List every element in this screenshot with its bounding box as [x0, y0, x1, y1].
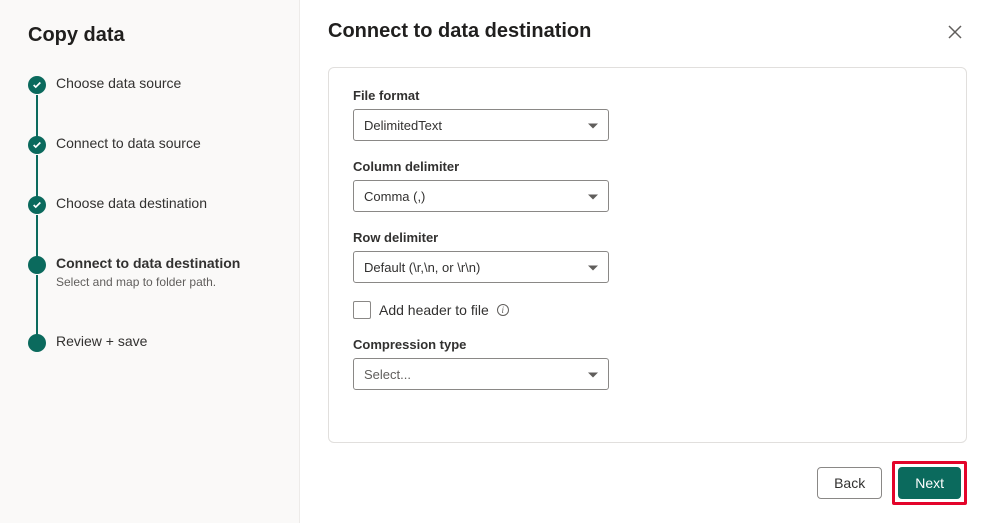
file-format-label: File format: [353, 88, 942, 103]
field-add-header: Add header to file i: [353, 301, 942, 319]
back-button[interactable]: Back: [817, 467, 882, 499]
step-label: Choose data destination: [56, 195, 279, 211]
step-connect-to-data-destination[interactable]: Connect to data destination Select and m…: [28, 255, 279, 333]
file-format-select[interactable]: DelimitedText: [353, 109, 609, 141]
next-highlight: Next: [892, 461, 967, 505]
form-card: File format DelimitedText Column delimit…: [328, 67, 967, 443]
step-connect-to-data-source[interactable]: Connect to data source: [28, 135, 279, 195]
compression-type-select[interactable]: Select...: [353, 358, 609, 390]
sidebar-title: Copy data: [28, 24, 279, 47]
info-icon[interactable]: i: [497, 304, 509, 316]
add-header-label: Add header to file: [379, 302, 489, 318]
page-title: Connect to data destination: [328, 20, 591, 43]
step-label: Connect to data destination: [56, 255, 279, 271]
row-delimiter-label: Row delimiter: [353, 230, 942, 245]
file-format-value: DelimitedText: [364, 118, 442, 133]
compression-type-label: Compression type: [353, 337, 942, 352]
column-delimiter-select[interactable]: Comma (,): [353, 180, 609, 212]
check-icon: [28, 136, 46, 154]
step-subtitle: Select and map to folder path.: [56, 275, 279, 289]
wizard-sidebar: Copy data Choose data source Connect to …: [0, 0, 300, 523]
check-icon: [28, 196, 46, 214]
add-header-checkbox[interactable]: [353, 301, 371, 319]
column-delimiter-value: Comma (,): [364, 189, 425, 204]
step-choose-data-source[interactable]: Choose data source: [28, 75, 279, 135]
main-panel: Connect to data destination File format …: [300, 0, 995, 523]
column-delimiter-label: Column delimiter: [353, 159, 942, 174]
close-icon: [947, 24, 963, 40]
row-delimiter-select[interactable]: Default (\r,\n, or \r\n): [353, 251, 609, 283]
step-label: Review + save: [56, 333, 279, 349]
field-file-format: File format DelimitedText: [353, 88, 942, 141]
wizard-steps: Choose data source Connect to data sourc…: [28, 75, 279, 349]
current-step-icon: [28, 256, 46, 274]
compression-type-placeholder: Select...: [364, 367, 411, 382]
field-compression-type: Compression type Select...: [353, 337, 942, 390]
step-label: Connect to data source: [56, 135, 279, 151]
step-choose-data-destination[interactable]: Choose data destination: [28, 195, 279, 255]
footer-actions: Back Next: [328, 461, 967, 505]
step-review-save[interactable]: Review + save: [28, 333, 279, 349]
pending-step-icon: [28, 334, 46, 352]
field-row-delimiter: Row delimiter Default (\r,\n, or \r\n): [353, 230, 942, 283]
next-button[interactable]: Next: [898, 467, 961, 499]
field-column-delimiter: Column delimiter Comma (,): [353, 159, 942, 212]
row-delimiter-value: Default (\r,\n, or \r\n): [364, 260, 480, 275]
close-button[interactable]: [943, 20, 967, 47]
check-icon: [28, 76, 46, 94]
main-header: Connect to data destination: [328, 20, 967, 47]
step-label: Choose data source: [56, 75, 279, 91]
